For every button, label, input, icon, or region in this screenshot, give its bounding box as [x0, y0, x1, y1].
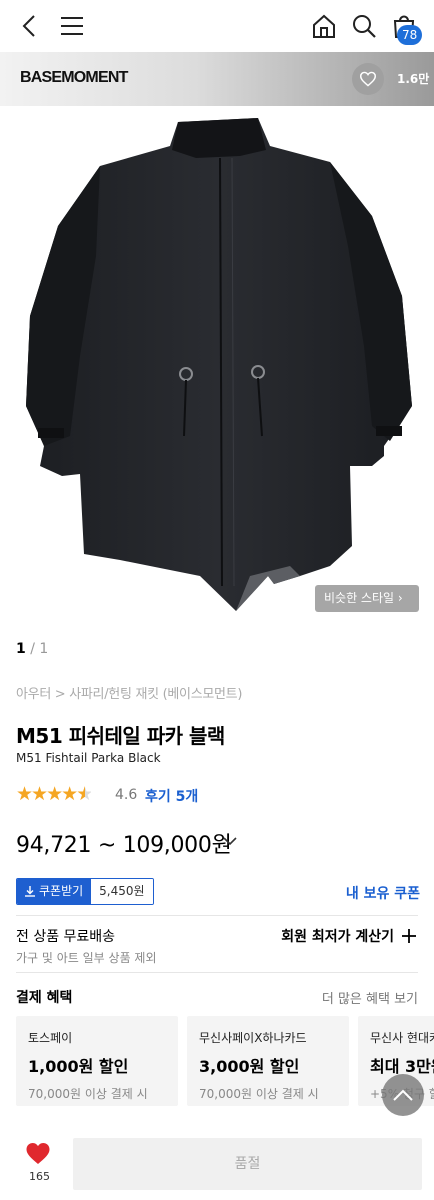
benefit-card[interactable]: 무신사페이X하나카드 3,000원 할인 70,000원 이상 결제 시	[187, 1016, 349, 1106]
chevron-left-icon[interactable]	[16, 12, 44, 40]
reviews-link[interactable]: 후기 5개	[145, 786, 198, 806]
coupon-amount: 5,450원	[91, 879, 153, 904]
calculator-label: 회원 최저가 계산기	[281, 929, 394, 945]
product-title: M51 피쉬테일 파카 블랙	[16, 724, 225, 748]
brand-name[interactable]: BASEMOMENT	[20, 69, 128, 87]
download-icon	[25, 886, 35, 897]
benefit-cards-carousel[interactable]: 토스페이 1,000원 할인 70,000원 이상 결제 시 무신사페이X하나카…	[16, 1016, 434, 1108]
benefit-card-condition: 70,000원 이상 결제 시	[199, 1087, 319, 1101]
pager-separator: /	[30, 641, 35, 657]
scroll-to-top-button[interactable]	[382, 1074, 424, 1116]
benefit-card-condition: 70,000원 이상 결제 시	[28, 1087, 148, 1101]
payment-benefits-title: 결제 혜택	[16, 990, 73, 1006]
plus-icon	[402, 929, 416, 943]
similar-style-button[interactable]: 비슷한 스타일 ›	[315, 585, 419, 612]
coupon-download-left: 쿠폰받기	[17, 879, 92, 904]
top-navigation-bar: 78	[0, 0, 434, 52]
shipping-subtitle: 가구 및 아트 일부 상품 제외	[16, 951, 157, 965]
wishlist-count: 165	[29, 1170, 50, 1183]
product-subtitle: M51 Fishtail Parka Black	[16, 751, 161, 765]
similar-style-label: 비슷한 스타일	[324, 591, 395, 605]
chevron-up-icon	[393, 1089, 413, 1101]
pager-total: 1	[39, 641, 49, 657]
heart-outline-icon	[359, 71, 377, 87]
brand-like-button[interactable]	[352, 63, 384, 95]
member-price-calculator-button[interactable]: 회원 최저가 계산기	[281, 926, 416, 946]
parka-product-image	[26, 118, 412, 611]
section-divider	[16, 972, 418, 973]
search-icon[interactable]	[350, 12, 378, 40]
category-breadcrumb[interactable]: 아우터 > 사파리/헌팅 재킷 (베이스모먼트)	[16, 683, 242, 702]
coupon-download-button[interactable]: 쿠폰받기 5,450원	[16, 878, 154, 905]
more-benefits-link[interactable]: 더 많은 혜택 보기	[322, 988, 418, 1007]
benefit-card[interactable]: 토스페이 1,000원 할인 70,000원 이상 결제 시	[16, 1016, 178, 1106]
star-icon: ★	[16, 783, 33, 805]
brand-like-count: 1.6만	[397, 72, 430, 86]
section-divider	[16, 915, 418, 916]
star-icon: ★	[61, 783, 78, 805]
image-pager: 1 / 1	[16, 641, 48, 657]
benefit-card-name: 무신사 현대카	[370, 1031, 434, 1045]
cart-count-badge: 78	[397, 25, 423, 45]
wishlist-heart-icon[interactable]	[25, 1142, 51, 1165]
benefit-card-name: 무신사페이X하나카드	[199, 1031, 307, 1045]
hamburger-menu-icon[interactable]	[58, 12, 86, 40]
home-icon[interactable]	[310, 12, 338, 40]
chevron-down-icon[interactable]	[222, 833, 238, 849]
rating-stars: ★★★★★	[16, 783, 93, 805]
rating-value: 4.6	[115, 787, 138, 803]
product-image-gallery[interactable]	[0, 106, 434, 628]
benefit-card-name: 토스페이	[28, 1031, 73, 1045]
my-coupons-link[interactable]: 내 보유 쿠폰	[346, 883, 420, 903]
price-range: 94,721 ~ 109,000원	[16, 833, 232, 858]
coupon-download-label: 쿠폰받기	[39, 884, 84, 898]
star-icon: ★	[31, 783, 48, 805]
sold-out-button[interactable]: 품절	[73, 1138, 422, 1190]
pager-current: 1	[16, 641, 26, 657]
shipping-title: 전 상품 무료배송	[16, 929, 116, 945]
chevron-right-icon: ›	[397, 591, 403, 605]
benefit-card-amount: 1,000원 할인	[28, 1057, 129, 1076]
star-icon: ★	[46, 783, 63, 805]
benefit-card-amount: 3,000원 할인	[199, 1057, 300, 1076]
star-half-icon: ★	[76, 783, 93, 805]
